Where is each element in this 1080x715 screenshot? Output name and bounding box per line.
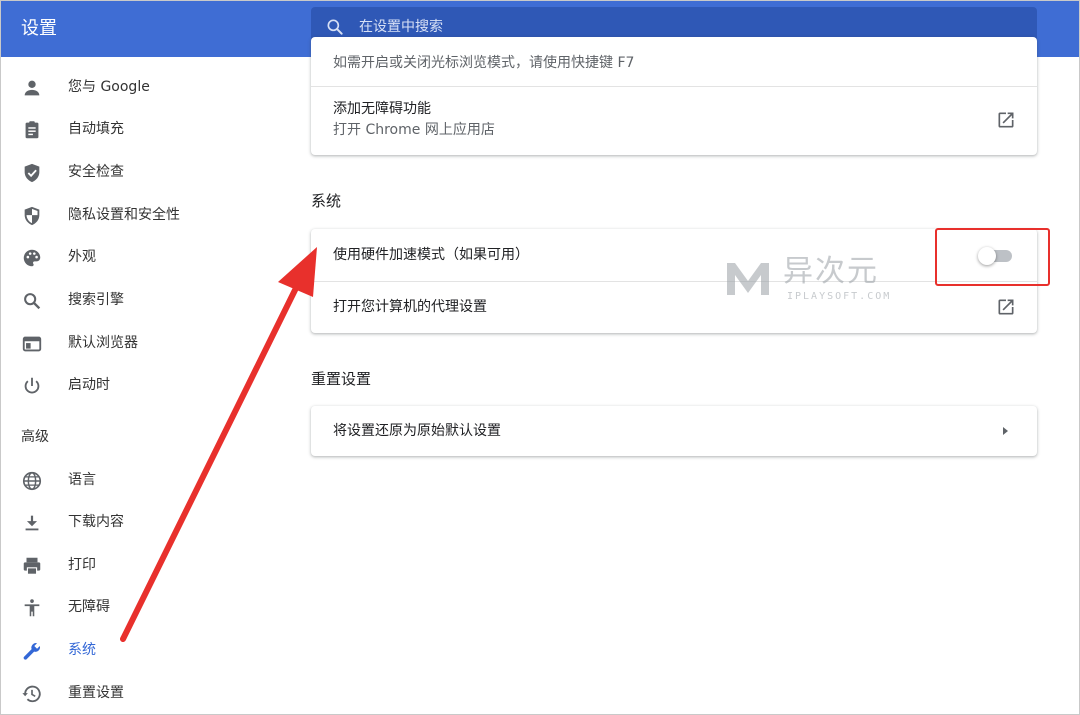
search-icon xyxy=(24,293,41,310)
sidebar-item-label: 隐私设置和安全性 xyxy=(68,207,180,223)
add-accessibility-title: 添加无障碍功能 xyxy=(333,101,431,117)
reset-card: 将设置还原为原始默认设置 xyxy=(311,406,1037,456)
reset-settings-label: 将设置还原为原始默认设置 xyxy=(333,423,501,439)
wrench-icon xyxy=(23,643,40,660)
sidebar: 您与 Google 自动填充 安全检查 隐私设置和安全性 外观 搜索引擎 默认浏… xyxy=(1,57,291,714)
shield-half-icon xyxy=(24,206,40,226)
external-link-icon[interactable] xyxy=(996,297,1016,317)
sidebar-item-system[interactable]: 系统 xyxy=(1,630,291,670)
shield-check-icon xyxy=(24,163,40,183)
power-icon xyxy=(24,377,40,394)
sidebar-item-autofill[interactable]: 自动填充 xyxy=(1,109,291,149)
accessibility-icon xyxy=(24,599,40,617)
hardware-acceleration-label: 使用硬件加速模式（如果可用） xyxy=(333,247,529,263)
sidebar-item-reset-settings[interactable]: 重置设置 xyxy=(1,673,291,713)
system-card: 使用硬件加速模式（如果可用） 打开您计算机的代理设置 xyxy=(311,229,1037,333)
sidebar-item-appearance[interactable]: 外观 xyxy=(1,237,291,277)
sidebar-item-label: 启动时 xyxy=(68,377,110,393)
download-icon xyxy=(25,515,39,531)
sidebar-item-label: 外观 xyxy=(68,249,96,265)
sidebar-item-search-engine[interactable]: 搜索引擎 xyxy=(1,280,291,320)
add-accessibility-subtitle: 打开 Chrome 网上应用店 xyxy=(333,122,495,138)
sidebar-item-label: 自动填充 xyxy=(68,121,124,137)
history-icon xyxy=(22,685,41,703)
watermark-logo-icon xyxy=(727,263,769,295)
watermark: 异次元 IPLAYSOFT.COM xyxy=(723,255,903,305)
search-placeholder: 在设置中搜索 xyxy=(359,19,443,35)
reset-settings-row[interactable]: 将设置还原为原始默认设置 xyxy=(311,406,1037,456)
proxy-settings-row[interactable]: 打开您计算机的代理设置 xyxy=(311,282,1037,333)
chevron-right-icon xyxy=(1003,427,1008,435)
settings-window: 设置 在设置中搜索 您与 Google 自动填充 安全检查 隐私设置和安全性 外… xyxy=(0,0,1080,715)
sidebar-item-you-and-google[interactable]: 您与 Google xyxy=(1,67,291,107)
sidebar-item-label: 语言 xyxy=(68,472,96,488)
sidebar-item-downloads[interactable]: 下载内容 xyxy=(1,502,291,542)
browser-icon xyxy=(22,336,42,352)
sidebar-item-label: 无障碍 xyxy=(68,599,110,615)
printer-icon xyxy=(23,557,41,575)
caret-browsing-text: 如需开启或关闭光标浏览模式，请使用快捷键 F7 xyxy=(333,55,635,71)
watermark-site: IPLAYSOFT.COM xyxy=(787,291,892,302)
palette-icon xyxy=(23,249,41,267)
person-icon xyxy=(24,80,40,96)
globe-icon xyxy=(22,471,42,491)
system-section-title: 系统 xyxy=(311,192,342,210)
app-title: 设置 xyxy=(21,18,57,39)
accessibility-card: 如需开启或关闭光标浏览模式，请使用快捷键 F7 添加无障碍功能 打开 Chrom… xyxy=(311,37,1037,155)
proxy-settings-label: 打开您计算机的代理设置 xyxy=(333,299,487,315)
sidebar-advanced-label[interactable]: 高级 xyxy=(21,427,49,447)
watermark-brand: 异次元 xyxy=(783,254,879,289)
caret-browsing-row[interactable]: 如需开启或关闭光标浏览模式，请使用快捷键 F7 xyxy=(311,37,1037,82)
sidebar-item-label: 安全检查 xyxy=(68,164,124,180)
search-icon xyxy=(327,19,343,35)
sidebar-item-label: 默认浏览器 xyxy=(68,335,138,351)
clipboard-icon xyxy=(25,121,39,139)
sidebar-item-printing[interactable]: 打印 xyxy=(1,545,291,585)
sidebar-item-label: 下载内容 xyxy=(68,514,124,530)
sidebar-item-label: 搜索引擎 xyxy=(68,292,124,308)
add-accessibility-row[interactable]: 添加无障碍功能 打开 Chrome 网上应用店 xyxy=(311,87,1037,155)
reset-section-title: 重置设置 xyxy=(311,370,372,388)
sidebar-item-languages[interactable]: 语言 xyxy=(1,460,291,500)
sidebar-item-label: 打印 xyxy=(68,557,96,573)
hardware-acceleration-row[interactable]: 使用硬件加速模式（如果可用） xyxy=(311,229,1037,281)
external-link-icon[interactable] xyxy=(996,110,1016,130)
sidebar-item-label: 系统 xyxy=(68,642,96,658)
sidebar-item-accessibility[interactable]: 无障碍 xyxy=(1,587,291,627)
sidebar-item-on-startup[interactable]: 启动时 xyxy=(1,365,291,405)
sidebar-item-default-browser[interactable]: 默认浏览器 xyxy=(1,323,291,363)
sidebar-item-label: 您与 Google xyxy=(68,79,150,95)
annotation-highlight-box xyxy=(935,228,1050,286)
sidebar-item-safety-check[interactable]: 安全检查 xyxy=(1,152,291,192)
sidebar-item-label: 重置设置 xyxy=(68,685,124,701)
sidebar-item-privacy[interactable]: 隐私设置和安全性 xyxy=(1,195,291,235)
main-content: 如需开启或关闭光标浏览模式，请使用快捷键 F7 添加无障碍功能 打开 Chrom… xyxy=(311,37,1039,714)
